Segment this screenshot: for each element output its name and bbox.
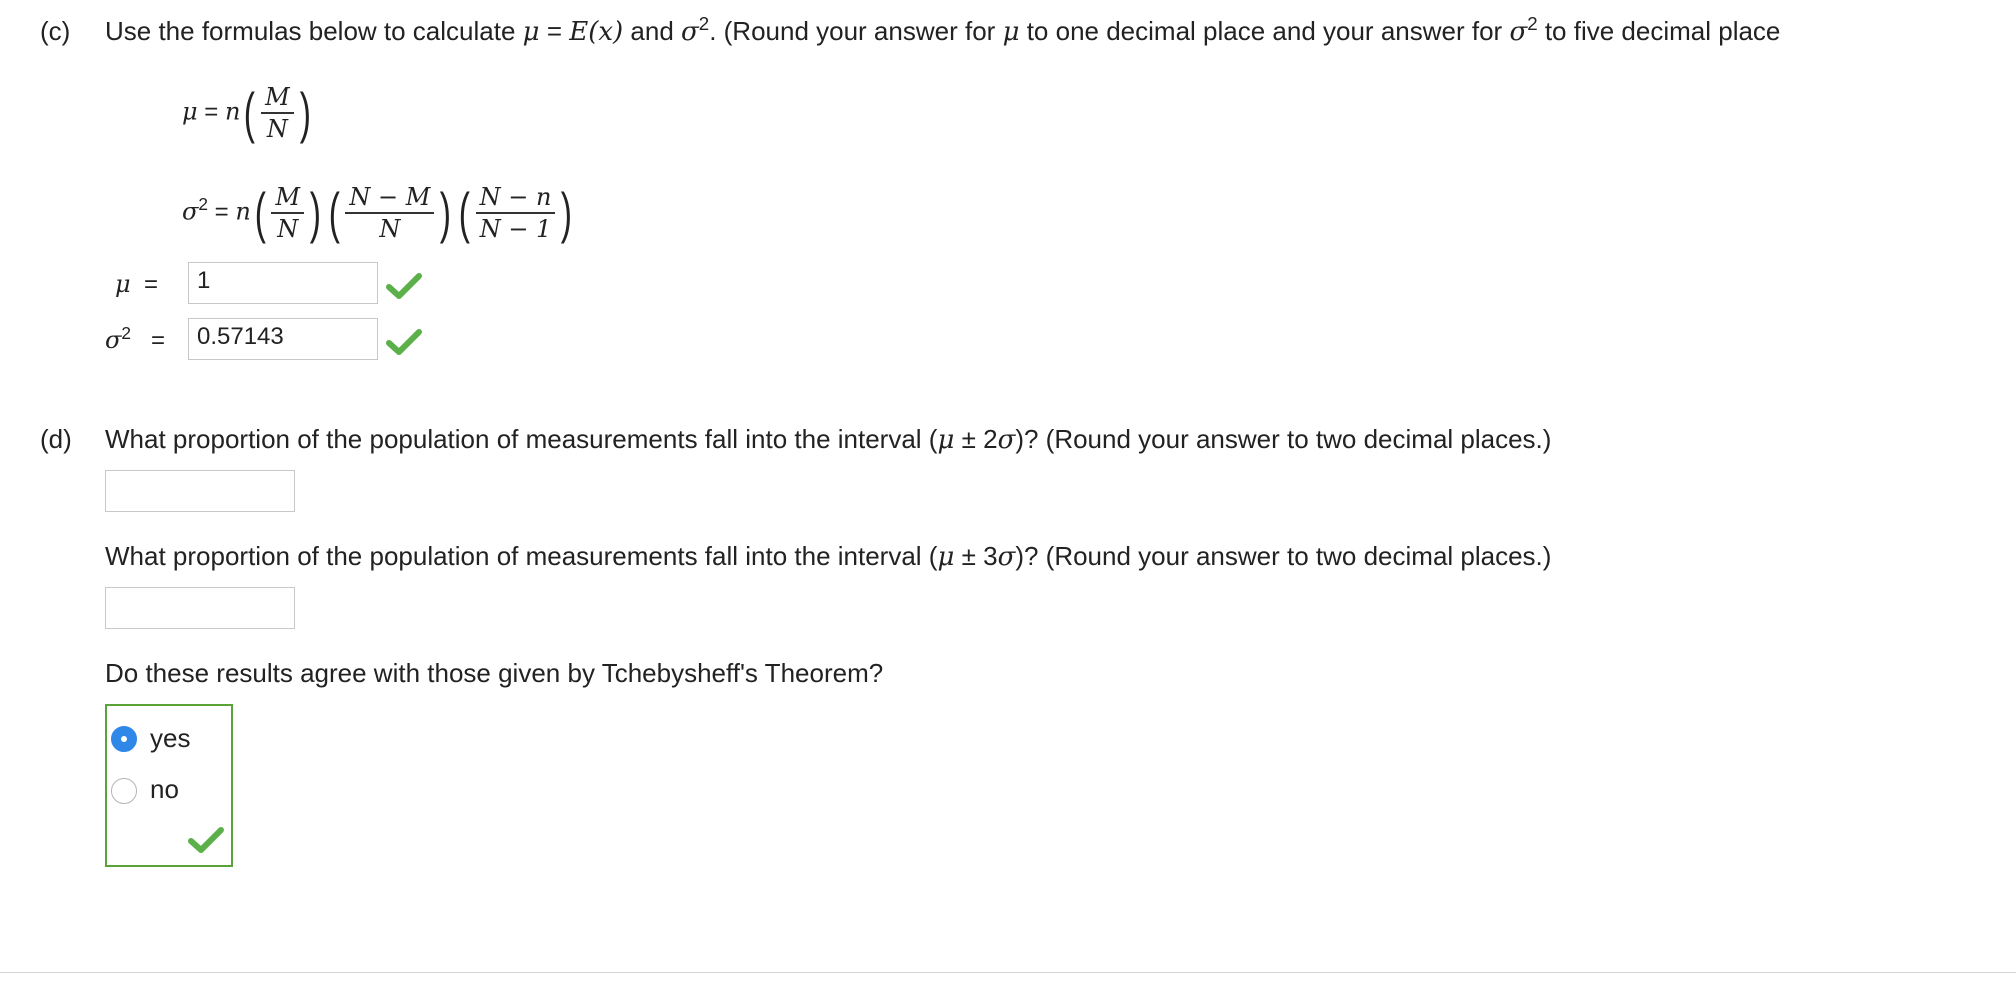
paren-1r: ) <box>309 181 321 244</box>
mu-answer-eq: = <box>143 271 158 298</box>
part-d-question-1: What proportion of the population of mea… <box>105 424 1551 455</box>
fraction-3: N − nN − 1 <box>475 182 556 244</box>
mu-symbol: μ <box>522 17 540 47</box>
part-c-label: (c) <box>40 16 71 46</box>
part-c-intro: Use the formulas below to calculate <box>105 16 516 46</box>
formula-eq: = <box>204 98 219 126</box>
q1-sigma: σ <box>997 425 1016 455</box>
formula-n: n <box>224 97 241 126</box>
q2-mu: μ <box>937 542 955 572</box>
bottom-divider <box>0 972 2016 973</box>
formula-eq-2: = <box>214 198 229 226</box>
mu-symbol-2: μ <box>1002 17 1020 47</box>
frac1-num: M <box>271 182 305 214</box>
mu-answer-input[interactable]: 1 <box>188 262 378 304</box>
sigma2-answer-eq: = <box>151 327 166 354</box>
mu-answer-symbol: μ <box>115 270 131 298</box>
fraction-m-over-n: MN <box>261 82 294 144</box>
q1-prefix: What proportion of the population of mea… <box>105 424 938 454</box>
left-paren: ( <box>244 81 256 144</box>
formula-n-2: n <box>235 197 251 226</box>
q1-mu: μ <box>937 425 955 455</box>
part-d-label: (d) <box>40 424 72 454</box>
q2-suffix: )? (Round your answer to two decimal pla… <box>1015 541 1552 571</box>
frac3-den: N − 1 <box>479 215 552 243</box>
round-text-2: to one decimal place and your answer for <box>1026 16 1503 46</box>
q2-sigma: σ <box>997 542 1016 572</box>
part-c-question: Use the formulas below to calculate μ = … <box>105 12 1781 47</box>
paren-3r: ) <box>561 181 573 244</box>
paren-1l: ( <box>254 181 266 244</box>
frac1-den: N <box>277 215 299 243</box>
expectation: E(x) <box>569 17 624 47</box>
q1-pm: ± 2 <box>961 424 998 454</box>
formula-mu: μ = n(M N) <box>182 82 314 144</box>
squared: 2 <box>698 12 710 34</box>
equals-sign: = <box>546 16 562 46</box>
sigma2-answer-squared: 2 <box>121 322 131 343</box>
q2-prefix: What proportion of the population of mea… <box>105 541 938 571</box>
q1-suffix: )? (Round your answer to two decimal pla… <box>1015 424 1552 454</box>
radio-yes[interactable] <box>111 726 137 752</box>
mu-answer-label: μ = <box>115 270 158 299</box>
paren-2l: ( <box>328 181 340 244</box>
frac2-num: N − M <box>345 182 435 214</box>
squared-2: 2 <box>1527 12 1538 34</box>
formula-mu-symbol: μ <box>182 97 198 126</box>
formula-sigma2: σ2 = n(M N)(N − M N)(N − nN − 1) <box>182 182 576 244</box>
sigma2-answer-input[interactable]: 0.57143 <box>188 318 378 360</box>
formula-sigma-symbol: σ <box>182 197 199 226</box>
radio-yes-label[interactable]: yes <box>150 723 190 754</box>
sigma-symbol: σ <box>681 17 699 47</box>
paren-2r: ) <box>440 181 452 244</box>
fraction-2: N − MN <box>345 182 435 244</box>
part-d-question-2: What proportion of the population of mea… <box>105 541 1551 572</box>
paren-3l: ( <box>458 181 470 244</box>
sigma2-answer-symbol: σ <box>105 326 122 354</box>
radio-no[interactable] <box>111 778 137 804</box>
check-icon <box>386 329 422 355</box>
q2-pm: ± 3 <box>961 541 998 571</box>
denominator-n: N <box>266 115 288 143</box>
radio-no-label[interactable]: no <box>150 774 179 805</box>
proportion-2sigma-input[interactable] <box>105 470 295 512</box>
formula-squared: 2 <box>198 193 208 214</box>
frac3-num: N − n <box>475 182 556 214</box>
sigma2-answer-label: σ2 = <box>105 322 166 355</box>
round-text: . (Round your answer for <box>709 16 996 46</box>
fraction-1: MN <box>271 182 305 244</box>
check-icon <box>188 827 224 853</box>
right-paren: ) <box>299 81 311 144</box>
and-text: and <box>630 16 674 46</box>
numerator-m: M <box>261 82 294 114</box>
sigma-symbol-2: σ <box>1509 17 1528 47</box>
proportion-3sigma-input[interactable] <box>105 587 295 629</box>
check-icon <box>386 273 422 299</box>
round-text-3: to five decimal place <box>1544 16 1781 46</box>
part-d-question-3: Do these results agree with those given … <box>105 658 884 688</box>
frac2-den: N <box>379 215 401 243</box>
